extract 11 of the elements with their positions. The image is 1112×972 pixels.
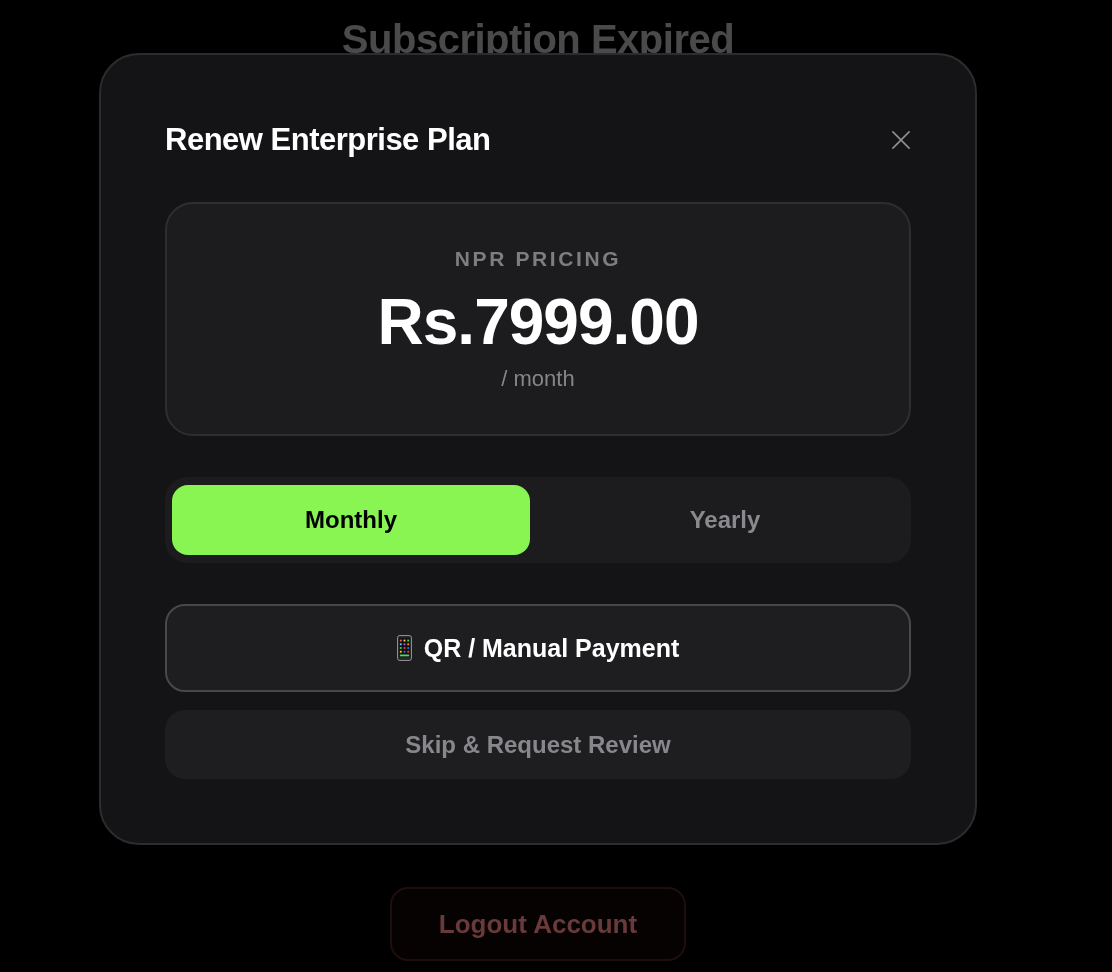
skip-button[interactable]: Skip & Request Review: [165, 710, 911, 779]
billing-period: / month: [501, 365, 575, 393]
page-title: Subscription Expired: [341, 16, 735, 62]
modal-title: Renew Enterprise Plan: [165, 122, 491, 158]
billing-tab[interactable]: Monthly: [172, 485, 530, 555]
currency-label: NPR PRICING: [454, 246, 622, 272]
close-icon[interactable]: [892, 131, 910, 149]
payment-button[interactable]: QR / Manual Payment: [165, 604, 911, 692]
phone-icon: [396, 635, 412, 661]
price-amount: Rs.7999.00: [377, 287, 699, 357]
billing-tab[interactable]: Yearly: [546, 485, 904, 555]
